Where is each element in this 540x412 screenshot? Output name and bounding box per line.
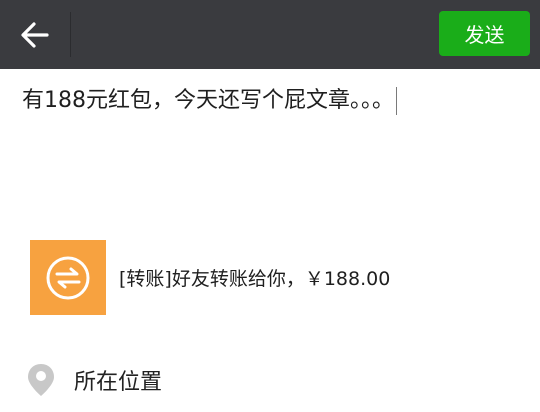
location-label: 所在位置 [74, 370, 163, 395]
post-text-input[interactable]: 有188元红包，今天还写个屁文章。。。 [22, 84, 397, 118]
shared-link-card[interactable]: [转账]好友转账给你，￥188.00 [30, 240, 510, 315]
text-caret [396, 87, 397, 115]
arrow-left-icon [21, 21, 49, 48]
back-button[interactable] [0, 0, 70, 69]
link-title: [转账]好友转账给你，￥188.00 [119, 268, 391, 290]
send-button[interactable]: 发送 [439, 11, 530, 56]
header-divider [70, 12, 71, 57]
location-row[interactable]: 所在位置 [26, 358, 516, 402]
top-bar: 发送 [0, 0, 540, 69]
transfer-icon [46, 256, 90, 299]
link-thumbnail [30, 240, 106, 315]
post-text-content: 有188元红包，今天还写个屁文章。。。 [22, 88, 394, 113]
location-pin-icon [28, 364, 54, 396]
